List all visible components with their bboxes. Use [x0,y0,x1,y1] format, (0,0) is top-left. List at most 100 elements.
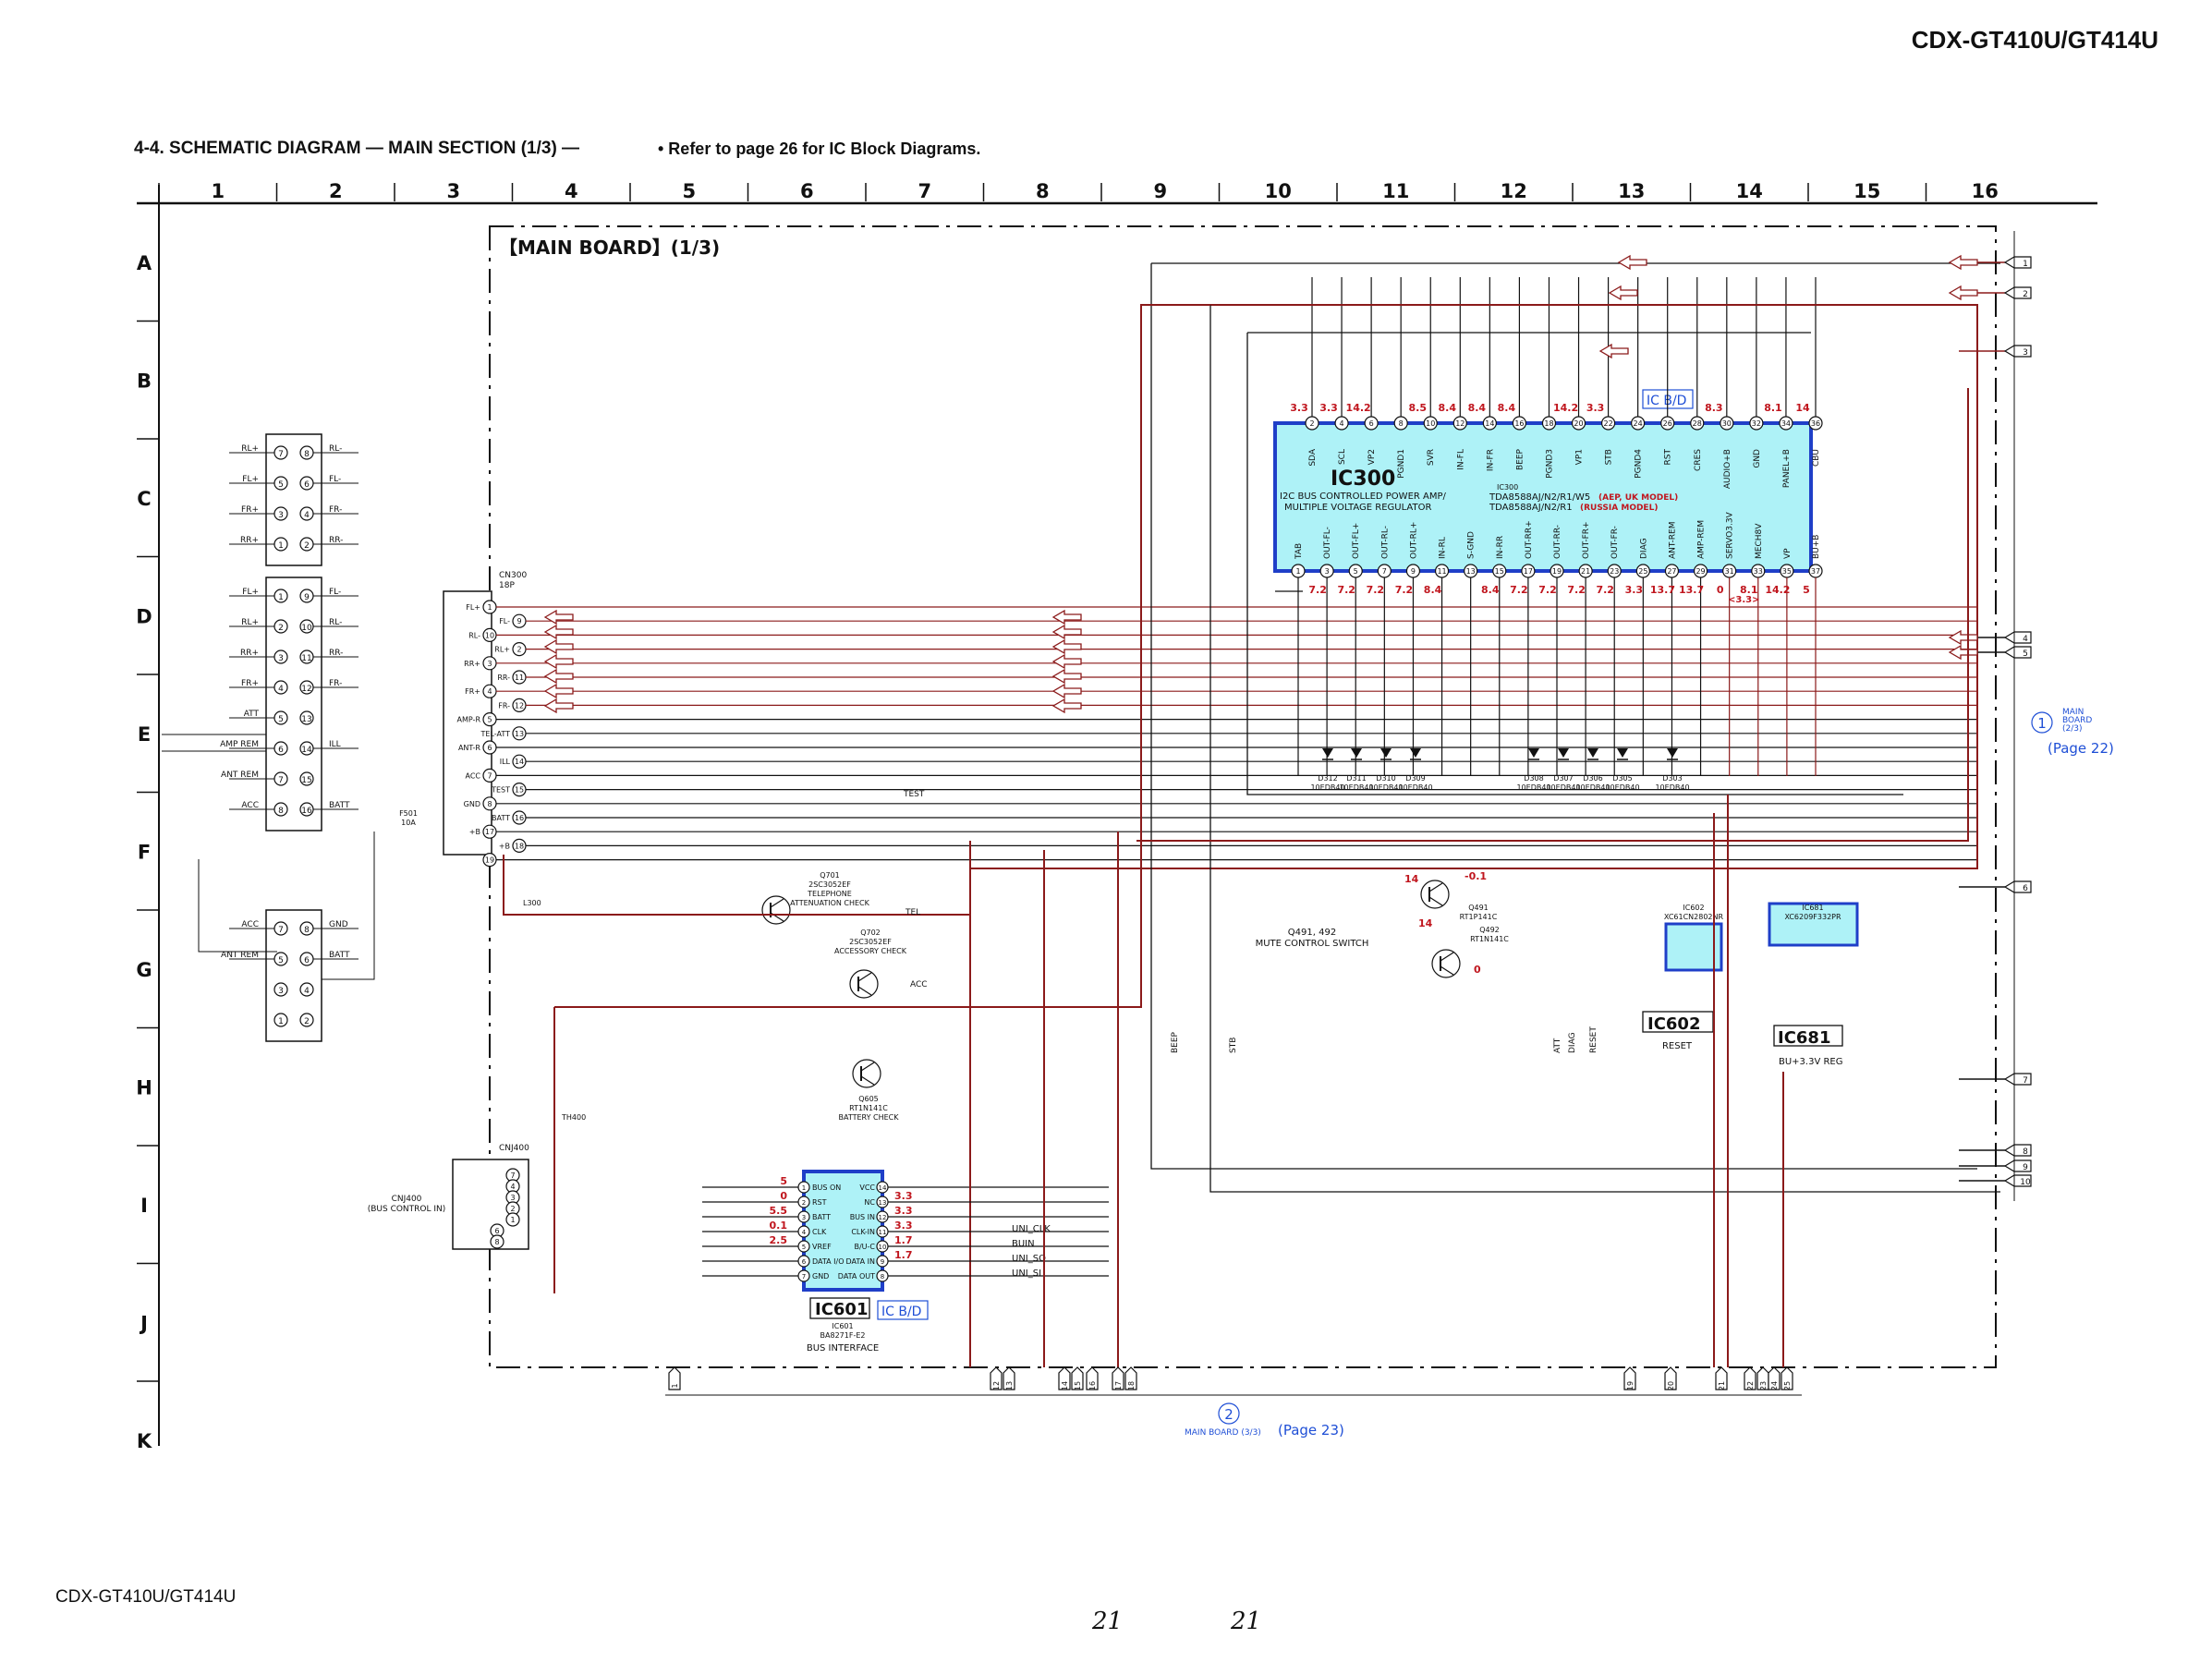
speaker-signal-arrow [1051,624,1082,640]
bottom-port-number: 19 [1626,1381,1635,1390]
ic601-left-pin-name: VREF [812,1243,832,1251]
cn300-pin-label: RL+ [494,646,510,654]
rail-arrow [1598,343,1629,359]
ic300-bottom-voltage: 7.2 [1538,584,1557,596]
ic300-pin-number: 22 [1603,419,1612,428]
cn300-pin-label: TEL-ATT [480,730,511,738]
harness-pin-number: 6 [278,746,284,755]
speaker-signal-arrow [1051,609,1082,625]
ic300-bottom-pin-name: OUT-FR- [1610,526,1620,559]
ic300-top-voltage: 14.2 [1346,402,1371,414]
cnj400-pin-number: 3 [510,1194,515,1202]
ic300-pin-number: 15 [1495,567,1504,576]
harness-pin-number: 13 [301,715,311,724]
ic300-top-pin-name: PGND3 [1545,449,1554,479]
cn300-pin-label: FL+ [466,603,480,612]
ic300-top-voltage: 8.4 [1439,402,1457,414]
ic300-bottom-voltage: 13.7 [1650,584,1675,596]
q701-symbol [761,895,791,925]
column-number: 7 [918,180,931,202]
ic601-left-pin-name: RST [812,1198,827,1207]
ic300-bottom-pin-name: OUT-FR+ [1582,521,1591,559]
harness-pin-number: 12 [301,685,311,694]
ic300-top-voltage: 3.3 [1586,402,1605,414]
ic300-pin-number: 12 [1455,419,1465,428]
bottom-port-number: 15 [1074,1381,1082,1390]
q492-label: Q492 [1479,926,1500,934]
ic601-left-pin-name: GND [812,1272,829,1281]
column-number: 2 [329,180,343,202]
harness-pin-number: 6 [304,956,310,965]
port-arrow [1948,285,1978,301]
cn300-pin-label: +B [469,828,480,836]
ic601-pin-number: 4 [802,1229,807,1236]
diode-symbol [1351,748,1362,758]
right-port-number: 7 [2023,1076,2028,1086]
diode-label: 10EDB40 [1398,783,1432,792]
ic300-top-pin-name: GND [1753,449,1762,468]
port-arrow [1948,629,1978,646]
harness-pin-number: 6 [304,480,310,490]
q492-label: RT1N141C [1470,935,1509,943]
harness-pin-number: 1 [278,541,284,551]
ic300-bottom-voltage: 7.2 [1308,584,1327,596]
rail-arrow [1617,254,1647,271]
ic300-pin-number: 28 [1693,419,1702,428]
f501-label: 10A [401,819,416,827]
harness-pin-number: 7 [278,926,284,935]
harness-pin-number: 11 [301,654,311,663]
port-arrow [1948,644,1978,661]
net-label: DIAG [1568,1032,1577,1053]
row-letter: I [140,1195,148,1217]
ic300-top-pin-name: IN-FR [1486,449,1495,471]
diode-label: 10EDB40 [1655,783,1689,792]
ic601-voltage: 5 [780,1175,787,1187]
right-port-number: 6 [2023,884,2028,893]
ic300-pin-number: 23 [1610,567,1619,576]
cn300-pin-label: RR+ [464,660,480,668]
right-port-number: 10 [2020,1178,2031,1187]
q605-label: BATTERY CHECK [839,1113,900,1122]
ic300-bottom-voltage: 3.3 [1625,584,1644,596]
q701-label: TELEPHONE [807,890,852,898]
column-number: 3 [446,180,460,202]
q702-symbol [849,969,879,999]
ic601-voltage: 3.3 [894,1205,913,1217]
ic601-ref: IC601 [815,1300,868,1319]
ic300-pin-number: 3 [1325,567,1330,576]
bottom-port-number: 25 [1783,1381,1792,1390]
cn300-pin-label: RR- [497,674,510,682]
ic300-pin-number: 8 [1399,419,1404,428]
ic300-bottom-voltage: 8.4 [1481,584,1500,596]
harness-pin-number: 8 [278,807,284,816]
cn300-pin-number: 8 [487,800,492,808]
cnj400-pin-number: 6 [494,1227,499,1235]
cn300-pin-label: FL- [499,617,510,625]
right-port-number: 2 [2023,290,2028,299]
ic601-right-pin-name: BUS IN [850,1213,875,1221]
column-number: 14 [1736,180,1763,202]
row-letter: D [136,606,152,628]
q492-voltage: 14 [1418,917,1433,929]
ic300-top-voltage: 8.1 [1764,402,1782,414]
cn300-pin-number: 19 [485,856,494,865]
ic300-pin-number: 5 [1354,567,1358,576]
cn300-pin-number: 6 [487,744,492,752]
ic300-desc: MULTIPLE VOLTAGE REGULATOR [1284,503,1431,513]
harness-pin-number: 3 [278,511,284,520]
harness-pin-number: 5 [278,480,284,490]
ic300-pin-number: 1 [1295,567,1300,576]
ic300-top-pin-name: STB [1605,449,1614,465]
ic300-top-pin-name: SVR [1427,449,1436,466]
q605-label: Q605 [858,1095,879,1103]
diode-symbol [1528,748,1539,758]
diode-label: D312 [1318,774,1337,783]
ic601-right-pin-name: DATA IN [846,1257,876,1266]
link-circle-number: 2 [1224,1406,1234,1423]
ic300-pin-number: 14 [1485,419,1494,428]
ic300-top-voltage: 3.3 [1290,402,1308,414]
right-port-number: 3 [2023,348,2028,358]
ic300-top-pin-name: VP1 [1575,449,1585,465]
bottom-port-number: 22 [1746,1381,1755,1390]
q491-label: RT1P141C [1460,913,1498,921]
